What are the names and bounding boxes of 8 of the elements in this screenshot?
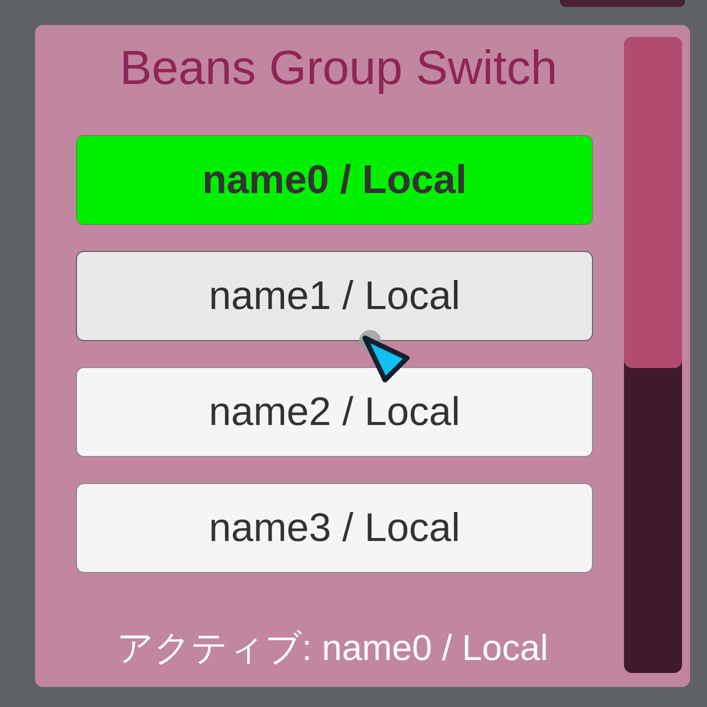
status-text: アクティブ: name0 / Local xyxy=(116,626,548,670)
panel-title: Beans Group Switch xyxy=(120,41,558,96)
scrollbar[interactable] xyxy=(624,37,682,673)
group-button[interactable]: name2 / Local xyxy=(76,367,593,457)
group-button[interactable]: name0 / Local xyxy=(76,135,593,225)
scrollbar-thumb[interactable] xyxy=(624,37,682,368)
group-button[interactable]: name3 / Local xyxy=(76,483,593,573)
group-button[interactable]: name1 / Local xyxy=(76,251,593,341)
